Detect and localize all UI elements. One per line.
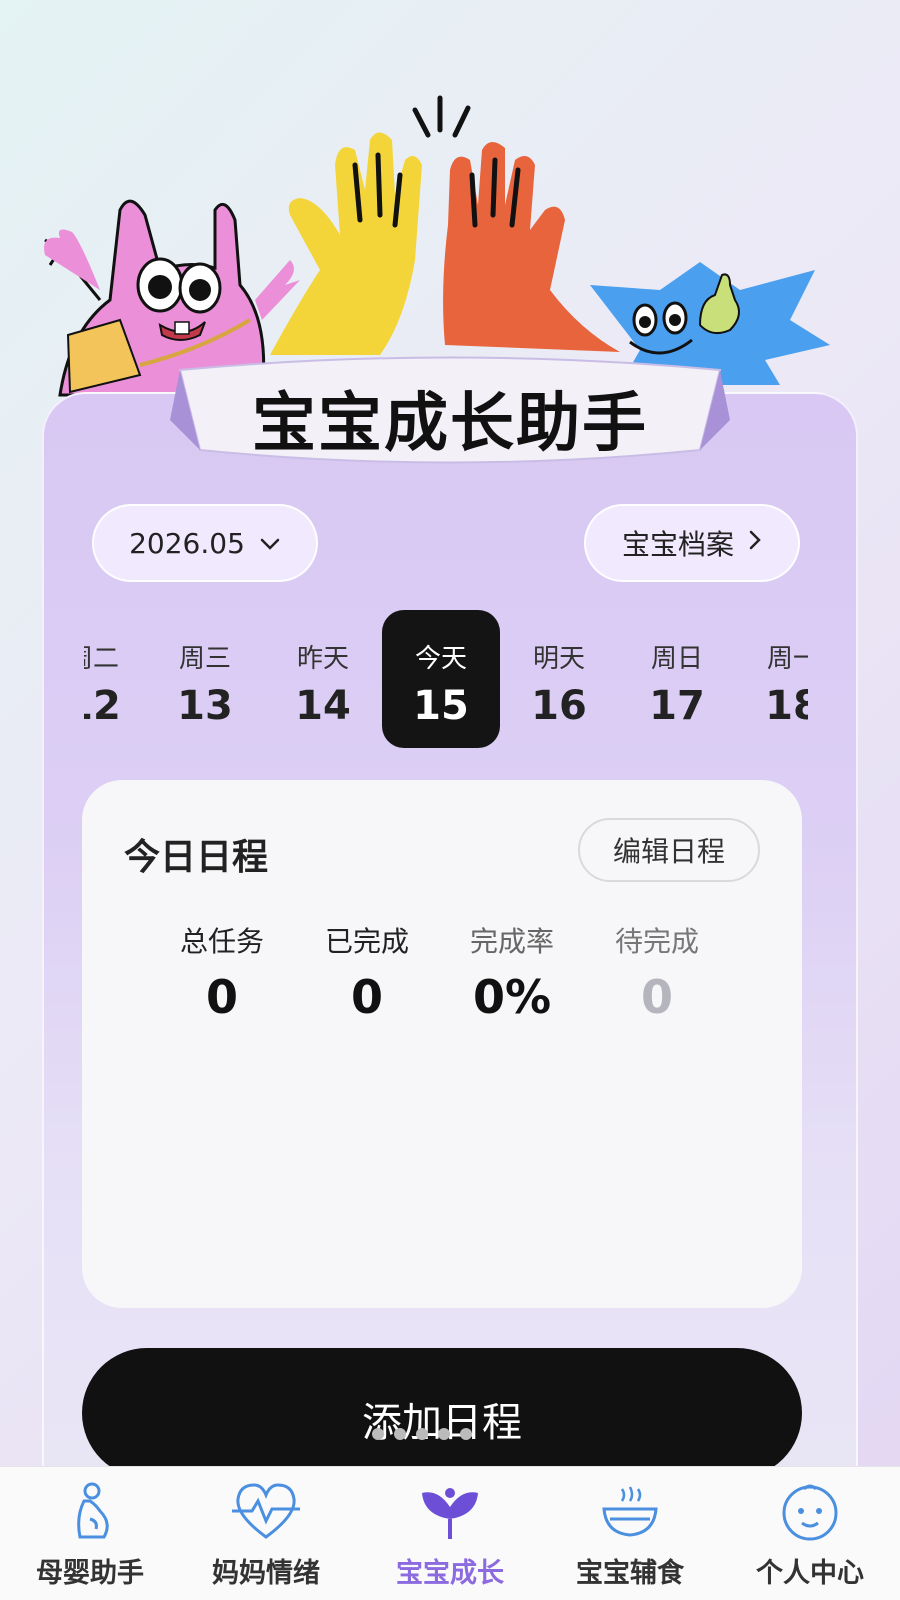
- date-day-number: 14: [295, 683, 351, 729]
- date-weekday: 周一: [766, 644, 808, 674]
- stat-value: 0: [350, 970, 383, 1024]
- date-day-number: 15: [413, 683, 469, 729]
- nav-label: 宝宝辅食: [576, 1558, 684, 1589]
- schedule-card: 今日日程 编辑日程 总任务 0 已完成 0 完成率 0% 待完成 0: [82, 780, 802, 1308]
- nav-label: 妈妈情绪: [212, 1558, 320, 1589]
- date-item[interactable]: 明天 16: [500, 610, 618, 748]
- bowl-icon: [540, 1479, 720, 1547]
- chevron-right-icon: [748, 529, 762, 557]
- sprout-icon: [360, 1479, 540, 1547]
- schedule-stats: 总任务 0 已完成 0 完成率 0% 待完成 0: [152, 920, 732, 1030]
- stat-value: 0%: [472, 970, 552, 1024]
- nav-label: 个人中心: [756, 1558, 864, 1589]
- stat-completed: 已完成 0: [297, 920, 437, 1024]
- indicator-dot: [438, 1428, 450, 1440]
- stat-label: 已完成: [324, 925, 409, 958]
- nav-item-personal-center[interactable]: 个人中心: [720, 1479, 900, 1599]
- stat-value: 0: [205, 970, 238, 1024]
- indicator-dot: [394, 1428, 406, 1440]
- stat-label: 待完成: [614, 925, 699, 958]
- stat-label: 完成率: [469, 925, 554, 958]
- date-day-number: 13: [177, 683, 233, 729]
- nav-item-baby-growth[interactable]: 宝宝成长: [360, 1479, 540, 1599]
- page-indicator: [372, 1428, 472, 1440]
- indicator-dot: [372, 1428, 384, 1440]
- date-weekday: 昨天: [296, 644, 349, 674]
- edit-schedule-button[interactable]: 编辑日程: [578, 818, 760, 882]
- indicator-dot: [416, 1428, 428, 1440]
- stat-value: 0: [640, 970, 673, 1024]
- date-item[interactable]: 昨天 14: [264, 610, 382, 748]
- nav-item-mom-mood[interactable]: 妈妈情绪: [176, 1479, 356, 1599]
- date-weekday: 周二: [84, 644, 119, 674]
- nav-label: 母婴助手: [36, 1558, 144, 1589]
- date-day-number: 12: [84, 683, 121, 729]
- nav-item-baby-food[interactable]: 宝宝辅食: [540, 1479, 720, 1599]
- bottom-nav: 母婴助手 妈妈情绪 宝宝成长 宝宝辅食 个人中心: [0, 1466, 900, 1600]
- date-weekday: 周日: [650, 644, 703, 674]
- date-item[interactable]: 周二 12: [84, 610, 152, 748]
- month-selector[interactable]: 2026.05: [92, 504, 318, 582]
- baby-profile-label: 宝宝档案: [621, 528, 734, 561]
- yellow-hand-illustration: [270, 132, 422, 355]
- page-title: 宝宝成长助手: [252, 387, 648, 461]
- schedule-title: 今日日程: [124, 837, 269, 878]
- stat-completion-rate: 完成率 0%: [442, 920, 582, 1024]
- date-item[interactable]: 周一 18: [734, 610, 808, 748]
- chevron-down-icon: [259, 529, 281, 557]
- nav-label: 宝宝成长: [396, 1558, 504, 1589]
- month-label: 2026.05: [129, 526, 245, 560]
- nav-item-maternal-assistant[interactable]: 母婴助手: [0, 1479, 180, 1599]
- date-weekday: 今天: [414, 644, 467, 674]
- date-item-selected[interactable]: 今天 15: [382, 610, 500, 748]
- date-day-number: 16: [531, 683, 587, 729]
- date-strip: 周二 12 周三 13 昨天 14 今天 15 明天 16 周日 17 周一 18: [84, 610, 808, 750]
- orange-hand-illustration: [412, 95, 620, 352]
- date-weekday: 周三: [178, 644, 231, 674]
- date-weekday: 明天: [532, 644, 585, 674]
- date-item[interactable]: 周日 17: [618, 610, 736, 748]
- add-schedule-button[interactable]: 添加日程: [82, 1348, 802, 1478]
- date-day-number: 17: [649, 683, 705, 729]
- title-banner: 宝宝成长助手: [170, 350, 730, 470]
- date-day-number: 18: [765, 683, 808, 729]
- date-item[interactable]: 周三 13: [146, 610, 264, 748]
- stat-pending: 待完成 0: [587, 920, 727, 1024]
- heartbeat-icon: [176, 1479, 356, 1547]
- pregnant-icon: [0, 1479, 180, 1547]
- stat-label: 总任务: [179, 925, 264, 958]
- baby-face-icon: [720, 1479, 900, 1547]
- stat-total-tasks: 总任务 0: [152, 920, 292, 1024]
- indicator-dot: [460, 1428, 472, 1440]
- baby-profile-button[interactable]: 宝宝档案: [584, 504, 800, 582]
